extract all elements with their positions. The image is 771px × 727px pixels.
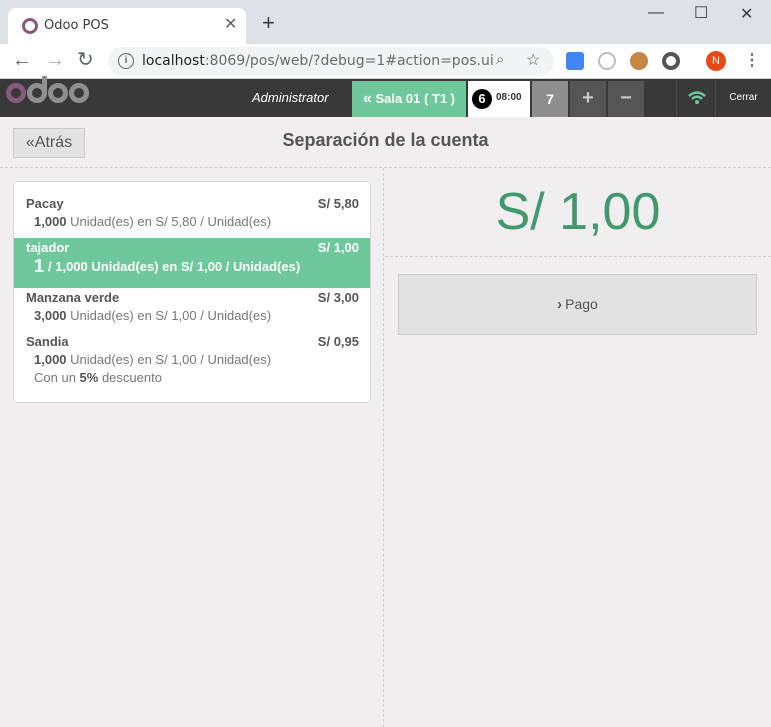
odoo-logo (6, 76, 90, 113)
back-arrow-icon[interactable]: ← (12, 49, 32, 71)
discount-value: 5% (79, 370, 99, 385)
line-price: S/ 5,80 (317, 196, 359, 211)
new-order-button[interactable]: + (570, 81, 606, 117)
discount-prefix: Con un (34, 370, 80, 385)
split-bill-screen: «Atrás Separación de la cuenta Pacay S/ … (0, 117, 771, 727)
line-info: 1/ 1,000 Unidad(es) en S/ 1,00 / Unidad(… (34, 256, 300, 277)
maximize-icon[interactable]: ☐ (694, 3, 708, 23)
order-time: 08:00 (496, 92, 522, 103)
screen-top-bar: «Atrás Separación de la cuenta (0, 117, 771, 168)
delete-order-button[interactable]: − (608, 81, 644, 117)
cookie-extension-icon[interactable] (630, 52, 648, 70)
orderlines-pane: Pacay S/ 5,80 1,000 Unidad(es) en S/ 5,8… (0, 168, 384, 727)
payment-pane: S/ 1,00 › Pago (385, 168, 771, 727)
orderline-selected[interactable]: tajador S/ 1,00 1/ 1,000 Unidad(es) en S… (14, 238, 370, 288)
line-info: 3,000 Unidad(es) en S/ 1,00 / Unidad(es) (34, 308, 271, 323)
reload-icon[interactable]: ↻ (77, 49, 94, 71)
discount-suffix: descuento (98, 370, 162, 385)
browser-tab[interactable]: Odoo POS ✕ (8, 8, 246, 44)
profile-avatar[interactable]: N (706, 51, 726, 71)
bookmark-star-icon[interactable]: ☆ (526, 50, 540, 70)
line-price: S/ 3,00 (317, 290, 359, 305)
url-text: localhost:8069/pos/web/?debug=1#action=p… (142, 53, 494, 69)
line-price: S/ 1,00 (317, 240, 359, 255)
line-qty: / 1,000 (48, 259, 88, 274)
table-button[interactable]: « Sala 01 ( T1 ) (352, 81, 466, 117)
line-unit-info: Unidad(es) en S/ 1,00 / Unidad(es) (87, 259, 301, 274)
url-path: :8069/pos/web/?debug=1#action=pos.ui (204, 53, 494, 69)
address-bar[interactable]: i localhost:8069/pos/web/?debug=1#action… (108, 47, 554, 76)
extension-icon[interactable] (598, 52, 616, 70)
product-name: Manzana verde (26, 290, 120, 305)
line-info: 1,000 Unidad(es) en S/ 5,80 / Unidad(es) (34, 214, 271, 229)
line-price: S/ 0,95 (317, 334, 359, 349)
chevron-right-icon: › (557, 296, 563, 313)
table-label: Sala 01 ( T1 ) (375, 91, 455, 106)
guests-button[interactable]: 7 (532, 81, 568, 117)
info-icon[interactable]: i (118, 53, 134, 69)
line-qty: 3,000 (34, 308, 67, 323)
line-qty: 1,000 (34, 214, 67, 229)
pay-label: Pago (565, 296, 598, 312)
minimize-icon[interactable]: — (648, 4, 664, 22)
translate-extension-icon[interactable] (566, 52, 584, 70)
orderline[interactable]: Manzana verde S/ 3,00 3,000 Unidad(es) e… (14, 290, 370, 334)
zoom-icon[interactable]: ⌕ (496, 51, 504, 68)
line-unit-info: Unidad(es) en S/ 1,00 / Unidad(es) (66, 308, 272, 323)
wifi-icon (676, 79, 716, 117)
total-area: S/ 1,00 (385, 168, 771, 257)
browser-toolbar: ← → ↻ i localhost:8069/pos/web/?debug=1#… (0, 44, 771, 79)
forward-arrow-icon[interactable]: → (45, 49, 65, 71)
line-qty: 1,000 (34, 352, 67, 367)
double-chevron-left-icon: « (362, 90, 372, 107)
line-info: 1,000 Unidad(es) en S/ 1,00 / Unidad(es) (34, 352, 271, 367)
url-host: localhost (142, 53, 205, 69)
product-name: tajador (26, 240, 70, 255)
close-tab-icon[interactable]: ✕ (224, 16, 237, 34)
odoo-favicon-icon (22, 18, 38, 34)
extension-circle-icon[interactable] (662, 52, 680, 70)
browser-menu-icon[interactable]: ⋮ (744, 50, 760, 70)
tab-title: Odoo POS (44, 18, 109, 33)
order-tab[interactable]: 6 08:00 (468, 81, 530, 117)
product-name: Pacay (26, 196, 64, 211)
pos-header: Administrator « Sala 01 ( T1 ) 6 08:00 7… (0, 76, 771, 117)
product-name: Sandia (26, 334, 69, 349)
window-close-icon[interactable]: ✕ (740, 4, 753, 24)
order-number: 6 (472, 89, 492, 109)
line-discount: Con un 5% descuento (34, 370, 162, 385)
line-unit-info: Unidad(es) en S/ 1,00 / Unidad(es) (66, 352, 272, 367)
username[interactable]: Administrator (252, 90, 329, 105)
split-total: S/ 1,00 (495, 183, 661, 241)
orderlines-list: Pacay S/ 5,80 1,000 Unidad(es) en S/ 5,8… (13, 181, 371, 403)
close-pos-button[interactable]: Cerrar (716, 79, 771, 117)
pay-button[interactable]: › Pago (398, 274, 757, 335)
orderline[interactable]: Pacay S/ 5,80 1,000 Unidad(es) en S/ 5,8… (14, 196, 370, 240)
selected-qty: 1 (34, 256, 45, 276)
new-tab-icon[interactable]: + (262, 12, 275, 34)
orderline[interactable]: Sandia S/ 0,95 1,000 Unidad(es) en S/ 1,… (14, 334, 370, 394)
browser-tabstrip: Odoo POS ✕ + — ☐ ✕ (0, 0, 771, 44)
page-title: Separación de la cuenta (282, 130, 489, 150)
line-unit-info: Unidad(es) en S/ 5,80 / Unidad(es) (66, 214, 272, 229)
